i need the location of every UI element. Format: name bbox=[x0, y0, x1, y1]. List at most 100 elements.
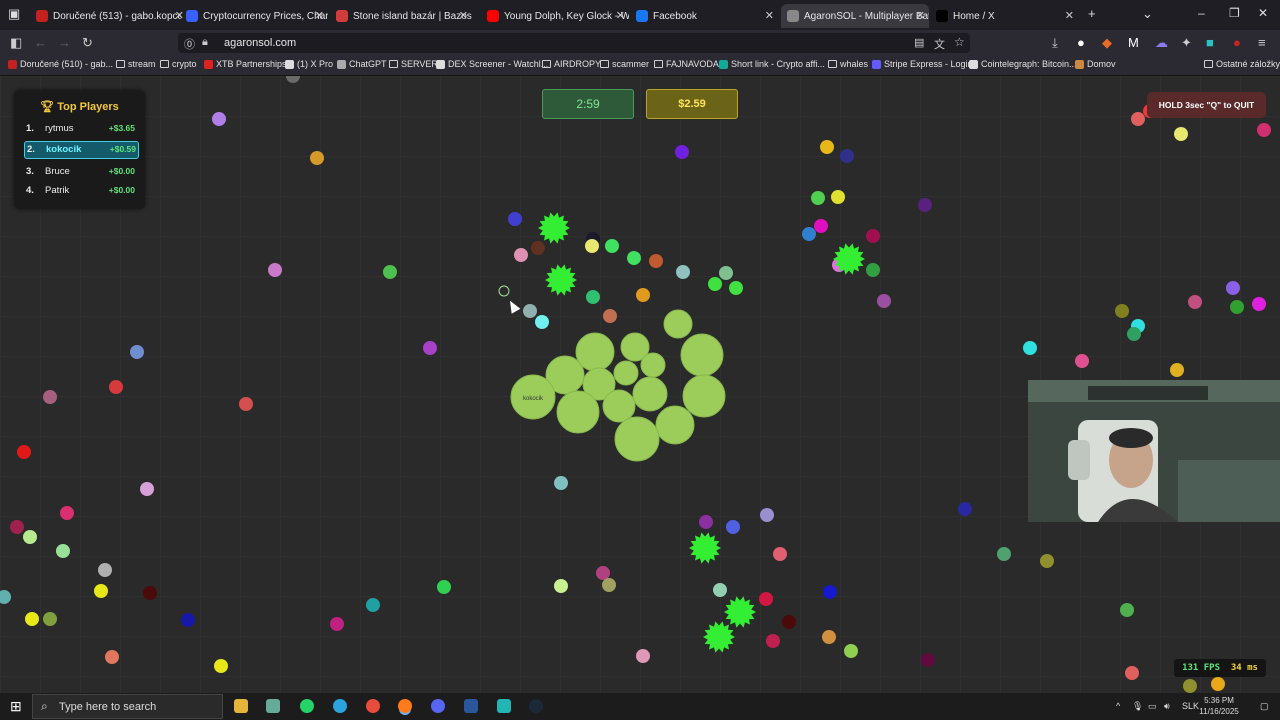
food-pellet bbox=[586, 290, 600, 304]
tab-close-icon[interactable]: ✕ bbox=[616, 9, 625, 22]
taskbar-search[interactable]: ⌕ Type here to search bbox=[32, 694, 223, 719]
sidebar-toggle-icon[interactable]: ◧ bbox=[10, 35, 22, 51]
downloads-icon[interactable]: ⤓ bbox=[1052, 35, 1058, 51]
reload-button[interactable]: ↻ bbox=[82, 35, 93, 51]
bookmark-item[interactable]: ChatGPT bbox=[337, 59, 387, 69]
prize-display: $2.59 bbox=[646, 89, 738, 119]
bookmark-item[interactable]: Stripe Express - Login bbox=[872, 59, 973, 69]
bookmark-item[interactable]: Ostatné záložky bbox=[1204, 59, 1280, 69]
site-info-icon[interactable]: ⓪ bbox=[184, 36, 195, 52]
close-window-button[interactable]: ✕ bbox=[1258, 6, 1268, 20]
tab-x[interactable]: Home / X ✕ bbox=[930, 4, 1078, 28]
tab-close-icon[interactable]: ✕ bbox=[916, 9, 925, 22]
food-pellet bbox=[105, 650, 119, 664]
tray-chevron-icon[interactable]: ^ bbox=[1116, 701, 1120, 711]
tab-close-icon[interactable]: ✕ bbox=[1065, 9, 1074, 22]
discord-icon[interactable] bbox=[431, 699, 445, 713]
volume-icon[interactable]: 🔊︎ bbox=[1164, 701, 1170, 712]
extension-fox-icon[interactable]: ◆ bbox=[1102, 35, 1112, 51]
bookmark-item[interactable]: crypto bbox=[160, 59, 197, 69]
leaderboard-amount: +$0.59 bbox=[109, 144, 136, 154]
tab-label: AgaronSOL - Multiplayer Battle bbox=[804, 10, 929, 22]
app-2-icon[interactable] bbox=[497, 699, 511, 713]
menu-icon[interactable]: ≡ bbox=[1258, 35, 1266, 50]
steam-icon[interactable] bbox=[529, 699, 543, 713]
food-pellet bbox=[802, 227, 816, 241]
bookmark-item[interactable]: whales bbox=[828, 59, 868, 69]
bookmark-item[interactable]: DEX Screener - Watchl... bbox=[436, 59, 548, 69]
bookmark-item[interactable]: XTB Partnerships bbox=[204, 59, 287, 69]
food-pellet bbox=[675, 145, 689, 159]
food-pellet bbox=[811, 191, 825, 205]
domov-icon bbox=[1075, 59, 1084, 69]
extension-record-icon[interactable]: ● bbox=[1233, 35, 1241, 50]
new-tab-button[interactable]: + bbox=[1088, 6, 1096, 21]
restore-button[interactable]: ❐ bbox=[1229, 6, 1240, 20]
folder-icon bbox=[116, 60, 125, 68]
tab-gmail[interactable]: Doručené (513) - gabo.kopcek@✕ bbox=[30, 4, 188, 28]
extension-cloud-icon[interactable]: ☁ bbox=[1155, 35, 1168, 51]
player-cell bbox=[680, 333, 724, 377]
tab-label: Stone island bazár | Bazos.sk bbox=[353, 10, 472, 22]
food-pellet bbox=[17, 445, 31, 459]
food-pellet bbox=[676, 265, 690, 279]
forward-button[interactable]: → bbox=[58, 35, 71, 50]
microphone-icon[interactable]: 🎙︎ bbox=[1132, 701, 1143, 712]
bookmark-item[interactable]: AIRDROPY bbox=[542, 59, 601, 69]
leaderboard-rank: 1. bbox=[26, 123, 34, 134]
leaderboard-amount: +$0.00 bbox=[108, 185, 135, 195]
bookmark-item[interactable]: Cointelegraph: Bitcoin... bbox=[969, 59, 1077, 69]
bookmark-item[interactable]: Domov bbox=[1075, 59, 1116, 69]
system-clock[interactable]: 5:36 PM 11/16/2025 bbox=[1196, 695, 1242, 717]
bookmark-item[interactable]: FAJNAVODA bbox=[654, 59, 719, 69]
bookmark-item[interactable]: stream bbox=[116, 59, 156, 69]
bookmark-label: whales bbox=[840, 59, 869, 69]
search-icon: ⌕ bbox=[41, 699, 48, 713]
windows-taskbar: ⊞ ⌕ Type here to search ^ 🎙︎ ▭ 🔊︎ SLK 5:… bbox=[0, 693, 1280, 720]
minimize-button[interactable]: – bbox=[1198, 6, 1205, 20]
food-pellet bbox=[1040, 554, 1054, 568]
windows-start-icon[interactable]: ⊞ bbox=[10, 698, 22, 715]
food-pellet bbox=[130, 345, 144, 359]
chrome-icon[interactable] bbox=[366, 699, 380, 713]
translate-icon[interactable]: 文 bbox=[934, 36, 945, 52]
extension-box-icon[interactable]: ■ bbox=[1206, 35, 1214, 50]
game-canvas[interactable]: kokocik 🏆︎ Top Players 1. rytmus +$3.65 2. k… bbox=[0, 76, 1280, 693]
leaderboard-name: rytmus bbox=[45, 123, 74, 134]
tab-game[interactable]: AgaronSOL - Multiplayer Battle ✕ bbox=[781, 4, 929, 28]
bookmark-star-icon[interactable]: ☆ bbox=[954, 35, 965, 49]
address-bar[interactable]: ⓪ 🔒︎ agaronsol.com ▤ 文 ☆ bbox=[178, 33, 970, 53]
tab-coinmarketcap[interactable]: Cryptocurrency Prices, Charts A✕ bbox=[180, 4, 328, 28]
app-icon[interactable] bbox=[266, 699, 280, 713]
bookmark-item[interactable]: scammer bbox=[600, 59, 649, 69]
telegram-icon[interactable] bbox=[333, 699, 347, 713]
tab-close-icon[interactable]: ✕ bbox=[315, 9, 324, 22]
back-button[interactable]: ← bbox=[34, 35, 47, 50]
tab-overflow-chevron-icon[interactable]: ⌄ bbox=[1142, 6, 1153, 22]
tab-close-icon[interactable]: ✕ bbox=[459, 9, 468, 22]
notifications-icon[interactable]: ▢ bbox=[1260, 701, 1269, 712]
account-icon[interactable]: ● bbox=[1077, 35, 1085, 50]
network-icon[interactable]: ▭ bbox=[1148, 701, 1157, 712]
bookmark-item[interactable]: Short link - Crypto affi... bbox=[719, 59, 825, 69]
word-icon[interactable] bbox=[464, 699, 478, 713]
extension-m-icon[interactable]: M bbox=[1128, 35, 1139, 50]
food-pellet bbox=[918, 198, 932, 212]
tab-bazos[interactable]: Stone island bazár | Bazos.sk ✕ bbox=[330, 4, 472, 28]
tab-list-icon[interactable]: ▣ bbox=[8, 6, 20, 22]
food-pellet bbox=[554, 476, 568, 490]
extensions-puzzle-icon[interactable]: ✦ bbox=[1181, 35, 1192, 51]
tab-close-icon[interactable]: ✕ bbox=[765, 9, 774, 22]
file-explorer-icon[interactable] bbox=[234, 699, 248, 713]
firefox-icon[interactable] bbox=[398, 699, 412, 713]
tab-youtube[interactable]: Young Dolph, Key Glock - W ✕ bbox=[481, 4, 629, 28]
folder-icon bbox=[1204, 60, 1213, 68]
bookmark-item[interactable]: Doručené (510) - gab... bbox=[8, 59, 113, 69]
bookmark-item[interactable]: SERVER bbox=[389, 59, 438, 69]
tab-facebook[interactable]: Facebook ✕ bbox=[630, 4, 778, 28]
food-pellet bbox=[844, 644, 858, 658]
bookmark-item[interactable]: (1) X Pro bbox=[285, 59, 333, 69]
whatsapp-icon[interactable] bbox=[300, 699, 314, 713]
food-pellet bbox=[603, 309, 617, 323]
reader-view-icon[interactable]: ▤ bbox=[914, 36, 924, 49]
